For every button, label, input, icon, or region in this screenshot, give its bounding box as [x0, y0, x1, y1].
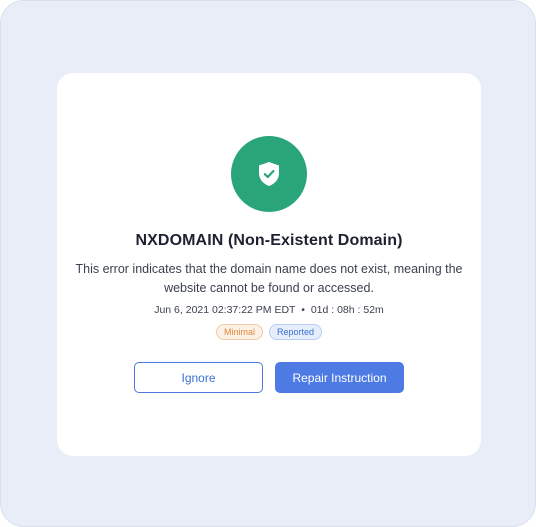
badge-row: Minimal Reported	[57, 324, 481, 340]
status-icon-circle	[231, 136, 307, 212]
status-badge: Reported	[268, 324, 323, 340]
event-meta: Jun 6, 2021 02:37:22 PM EDT • 01d : 08h …	[57, 304, 481, 316]
page-background: NXDOMAIN (Non-Existent Domain) This erro…	[0, 0, 536, 527]
event-timestamp: Jun 6, 2021 02:37:22 PM EDT	[154, 304, 296, 316]
severity-badge: Minimal	[215, 324, 263, 340]
dialog-title: NXDOMAIN (Non-Existent Domain)	[135, 232, 403, 249]
ignore-button[interactable]: Ignore	[134, 362, 263, 393]
error-dialog-card: NXDOMAIN (Non-Existent Domain) This erro…	[57, 73, 481, 456]
event-duration: 01d : 08h : 52m	[310, 304, 384, 316]
meta-separator: •	[301, 304, 305, 316]
shield-check-icon	[257, 161, 281, 187]
dialog-description: This error indicates that the domain nam…	[75, 262, 463, 295]
repair-instruction-button[interactable]: Repair Instruction	[275, 362, 404, 393]
